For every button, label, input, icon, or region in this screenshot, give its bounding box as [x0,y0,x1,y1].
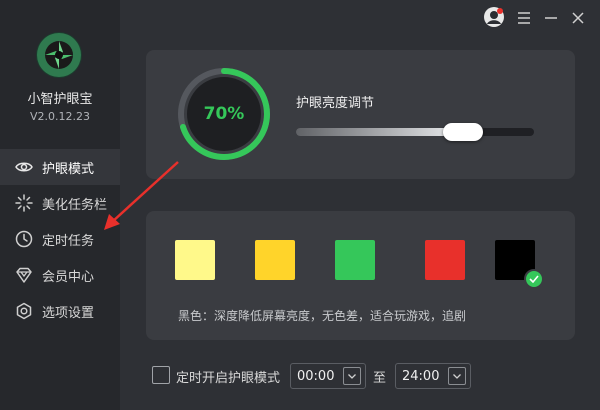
annotation-arrow [104,161,179,230]
